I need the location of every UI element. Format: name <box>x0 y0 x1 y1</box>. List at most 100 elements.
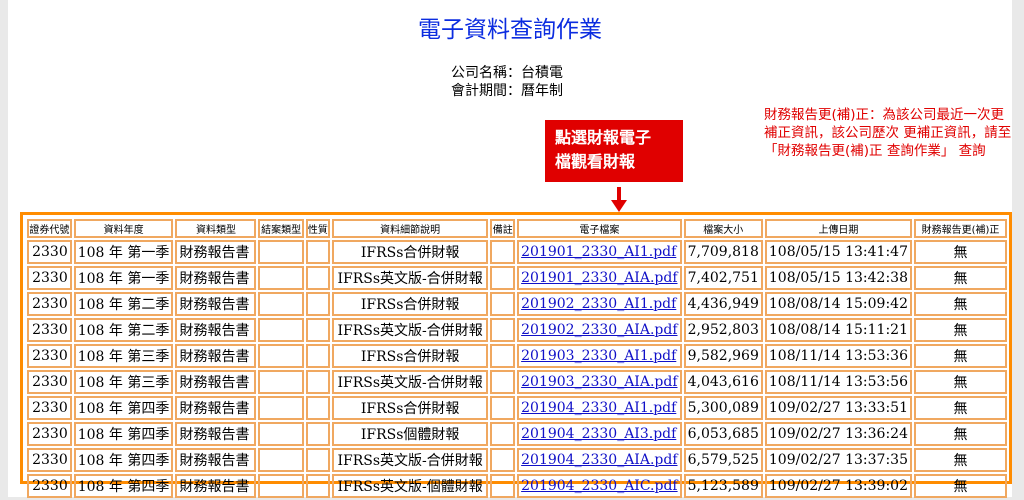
cell-note <box>490 396 516 420</box>
pdf-file-link[interactable]: 201903_2330_AI1.pdf <box>521 348 676 364</box>
cell-upload-date: 109/02/27 13:39:02 <box>764 474 912 498</box>
cell-closing-type <box>258 240 304 264</box>
table-row: 2330 108 年 第一季 財務報告書 IFRSs合併財報 201901_2330_A… <box>27 240 1007 264</box>
header-detail: 資料細節說明 <box>331 219 489 238</box>
cell-nature <box>305 266 330 290</box>
table-header-row: 證券代號 資料年度 資料類型 結案類型 性質 資料細節說明 備註 電子檔案 檔案… <box>27 219 1007 238</box>
cell-upload-date: 109/02/27 13:36:24 <box>764 422 912 446</box>
cell-upload-date: 108/08/14 15:09:42 <box>764 292 912 316</box>
pdf-file-link[interactable]: 201904_2330_AIA.pdf <box>521 452 677 468</box>
cell-closing-type <box>258 292 304 316</box>
cell-e-file: 201903_2330_AI1.pdf <box>517 344 682 368</box>
pdf-file-link[interactable]: 201901_2330_AIA.pdf <box>521 270 677 286</box>
cell-security-code: 2330 <box>27 318 72 342</box>
header-file-size: 檔案大小 <box>683 219 763 238</box>
cell-security-code: 2330 <box>27 266 72 290</box>
table-body: 2330 108 年 第一季 財務報告書 IFRSs合併財報 201901_2330_A… <box>27 240 1007 498</box>
header-e-file: 電子檔案 <box>517 219 682 238</box>
cell-e-file: 201902_2330_AIA.pdf <box>517 318 682 342</box>
cell-note <box>490 240 516 264</box>
cell-data-year: 108 年 第四季 <box>73 396 174 420</box>
table-row: 2330 108 年 第一季 財務報告書 IFRSs英文版-合併財報 201901_23… <box>27 266 1007 290</box>
cell-e-file: 201901_2330_AI1.pdf <box>517 240 682 264</box>
cell-security-code: 2330 <box>27 344 72 368</box>
header-upload-date: 上傳日期 <box>764 219 912 238</box>
cell-e-file: 201904_2330_AIC.pdf <box>517 474 682 498</box>
cell-data-year: 108 年 第一季 <box>73 266 174 290</box>
cell-security-code: 2330 <box>27 474 72 498</box>
cell-nature <box>305 422 330 446</box>
cell-data-type: 財務報告書 <box>175 292 257 316</box>
pdf-file-link[interactable]: 201904_2330_AI1.pdf <box>521 400 676 416</box>
callout-line-2: 檔觀看財報 <box>555 152 636 171</box>
pdf-file-link[interactable]: 201901_2330_AI1.pdf <box>521 244 676 260</box>
cell-upload-date: 109/02/27 13:37:35 <box>764 448 912 472</box>
cell-data-year: 108 年 第四季 <box>73 448 174 472</box>
pdf-file-link[interactable]: 201902_2330_AIA.pdf <box>521 322 677 338</box>
cell-nature <box>305 344 330 368</box>
cell-note <box>490 370 516 394</box>
accounting-period-label: 會計期間： <box>451 83 521 99</box>
table-row: 2330 108 年 第四季 財務報告書 IFRSs個體財報 201904_2330_A… <box>27 422 1007 446</box>
cell-security-code: 2330 <box>27 396 72 420</box>
cell-data-year: 108 年 第二季 <box>73 292 174 316</box>
cell-nature <box>305 292 330 316</box>
cell-detail: IFRSs英文版-合併財報 <box>331 370 489 394</box>
cell-e-file: 201904_2330_AI3.pdf <box>517 422 682 446</box>
cell-data-year: 108 年 第三季 <box>73 344 174 368</box>
table-row: 2330 108 年 第四季 財務報告書 IFRSs英文版-個體財報 201904_23… <box>27 474 1007 498</box>
amendment-notice: 財務報告更(補)正：為該公司最近一次更補正資訊，該公司歷次 更補正資訊，請至「財… <box>764 107 1012 159</box>
cell-data-year: 108 年 第四季 <box>73 474 174 498</box>
pdf-file-link[interactable]: 201904_2330_AIC.pdf <box>521 478 677 494</box>
pdf-file-link[interactable]: 201904_2330_AI3.pdf <box>521 426 676 442</box>
annotation-callout: 點選財報電子 檔觀看財報 <box>545 120 683 182</box>
pdf-file-link[interactable]: 201902_2330_AI1.pdf <box>521 296 676 312</box>
cell-amendment: 無 <box>914 370 1007 394</box>
cell-detail: IFRSs合併財報 <box>331 292 489 316</box>
cell-note <box>490 448 516 472</box>
cell-detail: IFRSs個體財報 <box>331 422 489 446</box>
cell-e-file: 201904_2330_AIA.pdf <box>517 448 682 472</box>
cell-upload-date: 108/08/14 15:11:21 <box>764 318 912 342</box>
cell-data-type: 財務報告書 <box>175 448 257 472</box>
cell-detail: IFRSs合併財報 <box>331 240 489 264</box>
cell-data-type: 財務報告書 <box>175 344 257 368</box>
cell-note <box>490 474 516 498</box>
table-row: 2330 108 年 第三季 財務報告書 IFRSs英文版-合併財報 201903_23… <box>27 370 1007 394</box>
cell-closing-type <box>258 448 304 472</box>
cell-nature <box>305 240 330 264</box>
cell-note <box>490 292 516 316</box>
pdf-file-link[interactable]: 201903_2330_AIA.pdf <box>521 374 677 390</box>
cell-closing-type <box>258 474 304 498</box>
cell-amendment: 無 <box>914 448 1007 472</box>
header-security-code: 證券代號 <box>27 219 72 238</box>
cell-upload-date: 108/11/14 13:53:36 <box>764 344 912 368</box>
cell-data-type: 財務報告書 <box>175 370 257 394</box>
cell-amendment: 無 <box>914 344 1007 368</box>
cell-closing-type <box>258 370 304 394</box>
cell-upload-date: 108/05/15 13:42:38 <box>764 266 912 290</box>
cell-detail: IFRSs英文版-合併財報 <box>331 266 489 290</box>
company-info: 公司名稱：台積電 會計期間：曆年制 <box>451 64 563 100</box>
cell-file-size: 5,300,089 <box>683 396 763 420</box>
table-row: 2330 108 年 第四季 財務報告書 IFRSs英文版-合併財報 201904_23… <box>27 448 1007 472</box>
table-row: 2330 108 年 第二季 財務報告書 IFRSs英文版-合併財報 201902_23… <box>27 318 1007 342</box>
cell-detail: IFRSs英文版-合併財報 <box>331 448 489 472</box>
company-name-value: 台積電 <box>521 65 563 81</box>
cell-file-size: 5,123,589 <box>683 474 763 498</box>
cell-data-year: 108 年 第一季 <box>73 240 174 264</box>
cell-file-size: 9,582,969 <box>683 344 763 368</box>
header-nature: 性質 <box>305 219 330 238</box>
cell-data-type: 財務報告書 <box>175 240 257 264</box>
cell-amendment: 無 <box>914 422 1007 446</box>
cell-security-code: 2330 <box>27 292 72 316</box>
cell-upload-date: 108/05/15 13:41:47 <box>764 240 912 264</box>
cell-detail: IFRSs英文版-合併財報 <box>331 318 489 342</box>
cell-data-type: 財務報告書 <box>175 396 257 420</box>
cell-note <box>490 422 516 446</box>
cell-security-code: 2330 <box>27 240 72 264</box>
cell-closing-type <box>258 396 304 420</box>
cell-amendment: 無 <box>914 474 1007 498</box>
cell-upload-date: 109/02/27 13:33:51 <box>764 396 912 420</box>
report-table-frame: 證券代號 資料年度 資料類型 結案類型 性質 資料細節說明 備註 電子檔案 檔案… <box>20 212 1012 498</box>
